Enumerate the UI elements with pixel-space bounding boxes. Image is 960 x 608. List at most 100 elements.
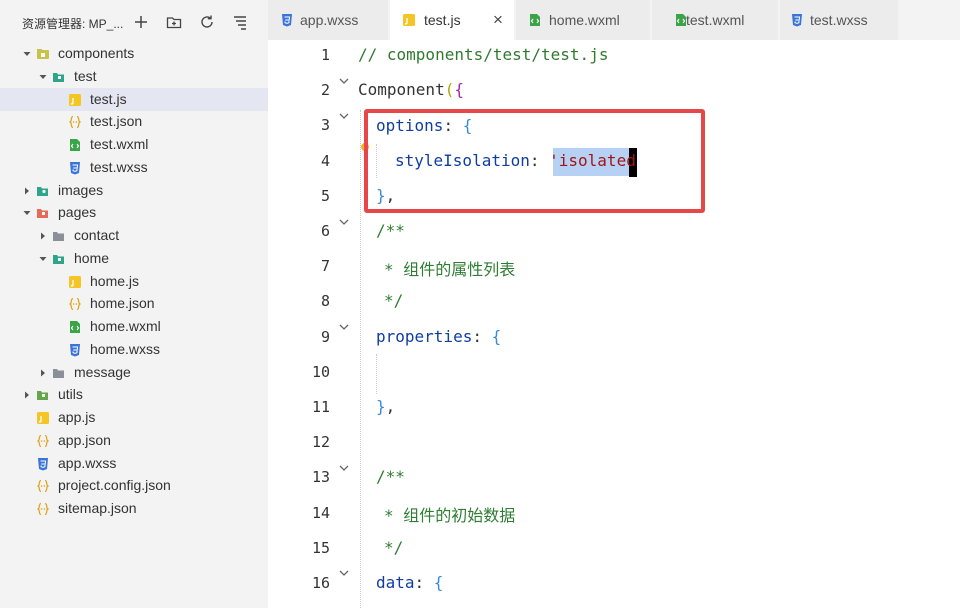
refresh-icon[interactable]	[199, 14, 215, 30]
line-number: 11	[311, 398, 330, 416]
fold-chevron-icon[interactable]	[338, 568, 350, 578]
tree-item[interactable]: contact	[0, 224, 268, 247]
line-number: 16	[311, 574, 330, 592]
tab-app-wxss[interactable]: app.wxss	[268, 0, 388, 40]
explorer-header: 资源管理器: MP_...	[0, 0, 268, 44]
code-line-1: // components/test/test.js	[358, 45, 609, 64]
tree-item[interactable]: test.js	[0, 87, 268, 111]
caret-down-icon[interactable]	[22, 208, 32, 218]
tree-item[interactable]: test.wxss	[0, 156, 268, 179]
code-line-14: * 组件的初始数据	[384, 506, 516, 525]
tree-item[interactable]: app.wxss	[0, 452, 268, 475]
tree-item[interactable]: test.json	[0, 110, 268, 133]
new-file-icon[interactable]	[133, 14, 149, 30]
fold-chevron-icon[interactable]	[338, 217, 350, 227]
tree-item[interactable]: app.json	[0, 429, 268, 452]
tree-item[interactable]: pages	[0, 201, 268, 224]
line-number: 4	[320, 151, 330, 170]
tree-item[interactable]: project.config.json	[0, 474, 268, 497]
fold-chevron-icon[interactable]	[338, 463, 350, 473]
line-number: 7	[320, 257, 330, 276]
caret-right-icon[interactable]	[38, 231, 48, 241]
tab-test-js[interactable]: test.js ×	[390, 0, 514, 40]
folder-images-icon	[37, 186, 48, 196]
wxss-file-icon	[282, 14, 292, 27]
tab-test-wxml[interactable]: test.wxml	[652, 0, 778, 40]
tree-item-label: test.wxss	[90, 158, 148, 175]
tree-item-label: pages	[58, 204, 97, 221]
caret-right-icon[interactable]	[38, 368, 48, 378]
code-line-15: */	[384, 538, 404, 557]
js-file-icon	[69, 275, 81, 288]
tree-item[interactable]: home.json	[0, 292, 268, 315]
tree-item[interactable]: test	[0, 65, 268, 88]
code-token: properties	[376, 327, 473, 346]
tree-item-label: home	[74, 249, 110, 266]
wxml-file-icon	[70, 139, 80, 151]
folder-pages-icon	[37, 209, 48, 219]
collapse-all-icon[interactable]	[232, 14, 248, 30]
tree-item-label: app.js	[58, 409, 96, 425]
tab-home-wxml[interactable]: home.wxml	[516, 0, 650, 40]
code-token: ,	[385, 397, 396, 416]
tab-test-wxss[interactable]: test.wxss	[780, 0, 898, 40]
json-file-icon	[37, 434, 49, 447]
tree-item[interactable]: sitemap.json	[0, 497, 268, 520]
folder-icon	[53, 232, 64, 241]
line-number: 15	[311, 538, 330, 557]
wxml-file-icon	[70, 321, 80, 333]
tree-item-label: images	[58, 181, 104, 198]
caret-down-icon[interactable]	[38, 72, 48, 82]
tree-item-label: sitemap.json	[58, 500, 137, 516]
tree-item-label: app.wxss	[58, 454, 117, 471]
fold-chevron-icon[interactable]	[338, 111, 350, 121]
line-number: 9	[320, 327, 330, 346]
code-line-9: properties: {	[376, 327, 501, 346]
tree-item[interactable]: components	[0, 42, 268, 65]
wxss-file-icon	[38, 457, 48, 470]
js-file-icon	[69, 93, 81, 106]
code-token: {	[433, 573, 444, 592]
fold-chevron-icon[interactable]	[338, 76, 350, 86]
json-file-icon	[69, 116, 81, 129]
tree-item[interactable]: message	[0, 361, 268, 384]
code-token: {	[454, 80, 464, 99]
tree-item[interactable]: test.wxml	[0, 133, 268, 156]
line-number: 2	[320, 81, 330, 100]
code-line-13: /**	[376, 467, 405, 486]
caret-down-icon[interactable]	[22, 49, 32, 59]
line-number: 8	[320, 292, 330, 311]
folder-open-icon	[53, 254, 64, 264]
tree-item-label: home.js	[90, 272, 140, 289]
tree-item-label: components	[58, 45, 135, 61]
tree-item[interactable]: app.js	[0, 406, 268, 429]
line-number: 6	[320, 222, 330, 240]
code-token: (	[444, 80, 455, 99]
code-line-11: },	[376, 397, 395, 416]
tree-item-label: utils	[58, 386, 83, 403]
tree-item[interactable]: home.wxss	[0, 338, 268, 361]
tree-item[interactable]: images	[0, 179, 268, 202]
tree-item-label: test.json	[90, 113, 143, 130]
tree-item-label: home.wxss	[90, 340, 161, 357]
json-file-icon	[37, 480, 49, 493]
folder-components-icon	[37, 49, 49, 59]
tab-close-icon[interactable]: ×	[493, 10, 503, 30]
tree-item[interactable]: utils	[0, 383, 268, 406]
js-file-icon	[37, 412, 49, 424]
new-folder-icon[interactable]	[166, 14, 182, 30]
line-number: 5	[320, 186, 330, 205]
tree-item[interactable]: home.wxml	[0, 315, 268, 338]
caret-right-icon[interactable]	[22, 186, 32, 196]
tree-item-label: test.js	[90, 90, 127, 107]
wxml-file-icon	[530, 14, 540, 26]
tree-item[interactable]: home	[0, 247, 268, 270]
wxss-file-icon	[70, 161, 80, 175]
caret-right-icon[interactable]	[22, 390, 32, 400]
tree-item[interactable]: home.js	[0, 270, 268, 293]
tree-item-label: project.config.json	[58, 477, 171, 494]
caret-down-icon[interactable]	[38, 254, 48, 264]
fold-chevron-icon[interactable]	[338, 322, 350, 332]
code-line-8: */	[384, 291, 404, 310]
js-file-icon	[403, 14, 415, 26]
